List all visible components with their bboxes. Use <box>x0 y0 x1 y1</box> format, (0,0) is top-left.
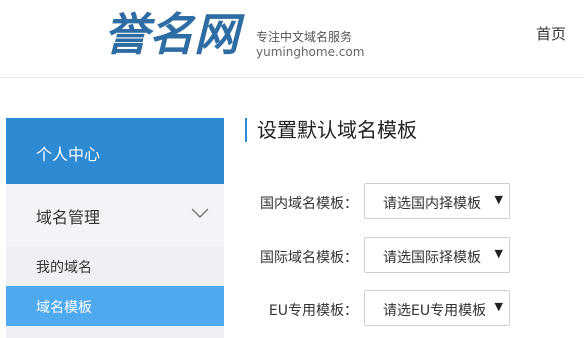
sidebar-section-domain-management[interactable]: 域名管理 <box>6 184 224 246</box>
site-header: 誉名网 专注中文域名服务 yuminghome.com 首页 <box>0 0 584 78</box>
logo-domain: yuminghome.com <box>256 45 365 59</box>
select-value: 请选国际择模板 <box>383 250 481 266</box>
domestic-template-label: 国内域名模板： <box>260 196 358 212</box>
sidebar-section-label: 域名管理 <box>36 208 101 227</box>
sidebar-header[interactable]: 个人中心 <box>6 118 224 184</box>
form-row-domestic-template: 国内域名模板： 请选国内择模板 ▼ <box>240 183 580 223</box>
page: 誉名网 专注中文域名服务 yuminghome.com 首页 个人中心 域名管理… <box>0 0 584 338</box>
international-template-select[interactable]: 请选国际择模板 ▼ <box>364 237 510 273</box>
international-template-label: 国际域名模板： <box>260 250 358 266</box>
dropdown-arrow-icon: ▼ <box>494 193 503 206</box>
chevron-down-icon <box>191 204 209 223</box>
domestic-template-select[interactable]: 请选国内择模板 ▼ <box>364 183 510 219</box>
form-row-eu-template: EU专用模板： 请选EU专用模板 ▼ <box>240 290 580 330</box>
logo-tagline: 专注中文域名服务 <box>256 30 353 44</box>
site-logo[interactable]: 誉名网 <box>104 8 239 62</box>
sidebar: 个人中心 域名管理 我的域名 域名模板 <box>6 118 224 338</box>
eu-template-label: EU专用模板： <box>268 303 358 319</box>
page-title: 设置默认域名模板 <box>245 118 417 142</box>
sidebar-item-my-domains[interactable]: 我的域名 <box>6 246 224 286</box>
eu-template-select[interactable]: 请选EU专用模板 ▼ <box>364 290 510 326</box>
select-value: 请选EU专用模板 <box>383 303 485 319</box>
select-value: 请选国内择模板 <box>383 196 481 212</box>
home-link[interactable]: 首页 <box>536 23 566 44</box>
dropdown-arrow-icon: ▼ <box>494 300 503 313</box>
sidebar-item-domain-templates[interactable]: 域名模板 <box>6 286 224 326</box>
sidebar-title: 个人中心 <box>36 145 101 164</box>
dropdown-arrow-icon: ▼ <box>494 247 503 260</box>
form-row-international-template: 国际域名模板： 请选国际择模板 ▼ <box>240 237 580 277</box>
sidebar-item-label: 域名模板 <box>36 300 92 316</box>
sidebar-item-label: 我的域名 <box>36 260 92 276</box>
logo-subtitle: 专注中文域名服务 yuminghome.com <box>256 30 364 59</box>
